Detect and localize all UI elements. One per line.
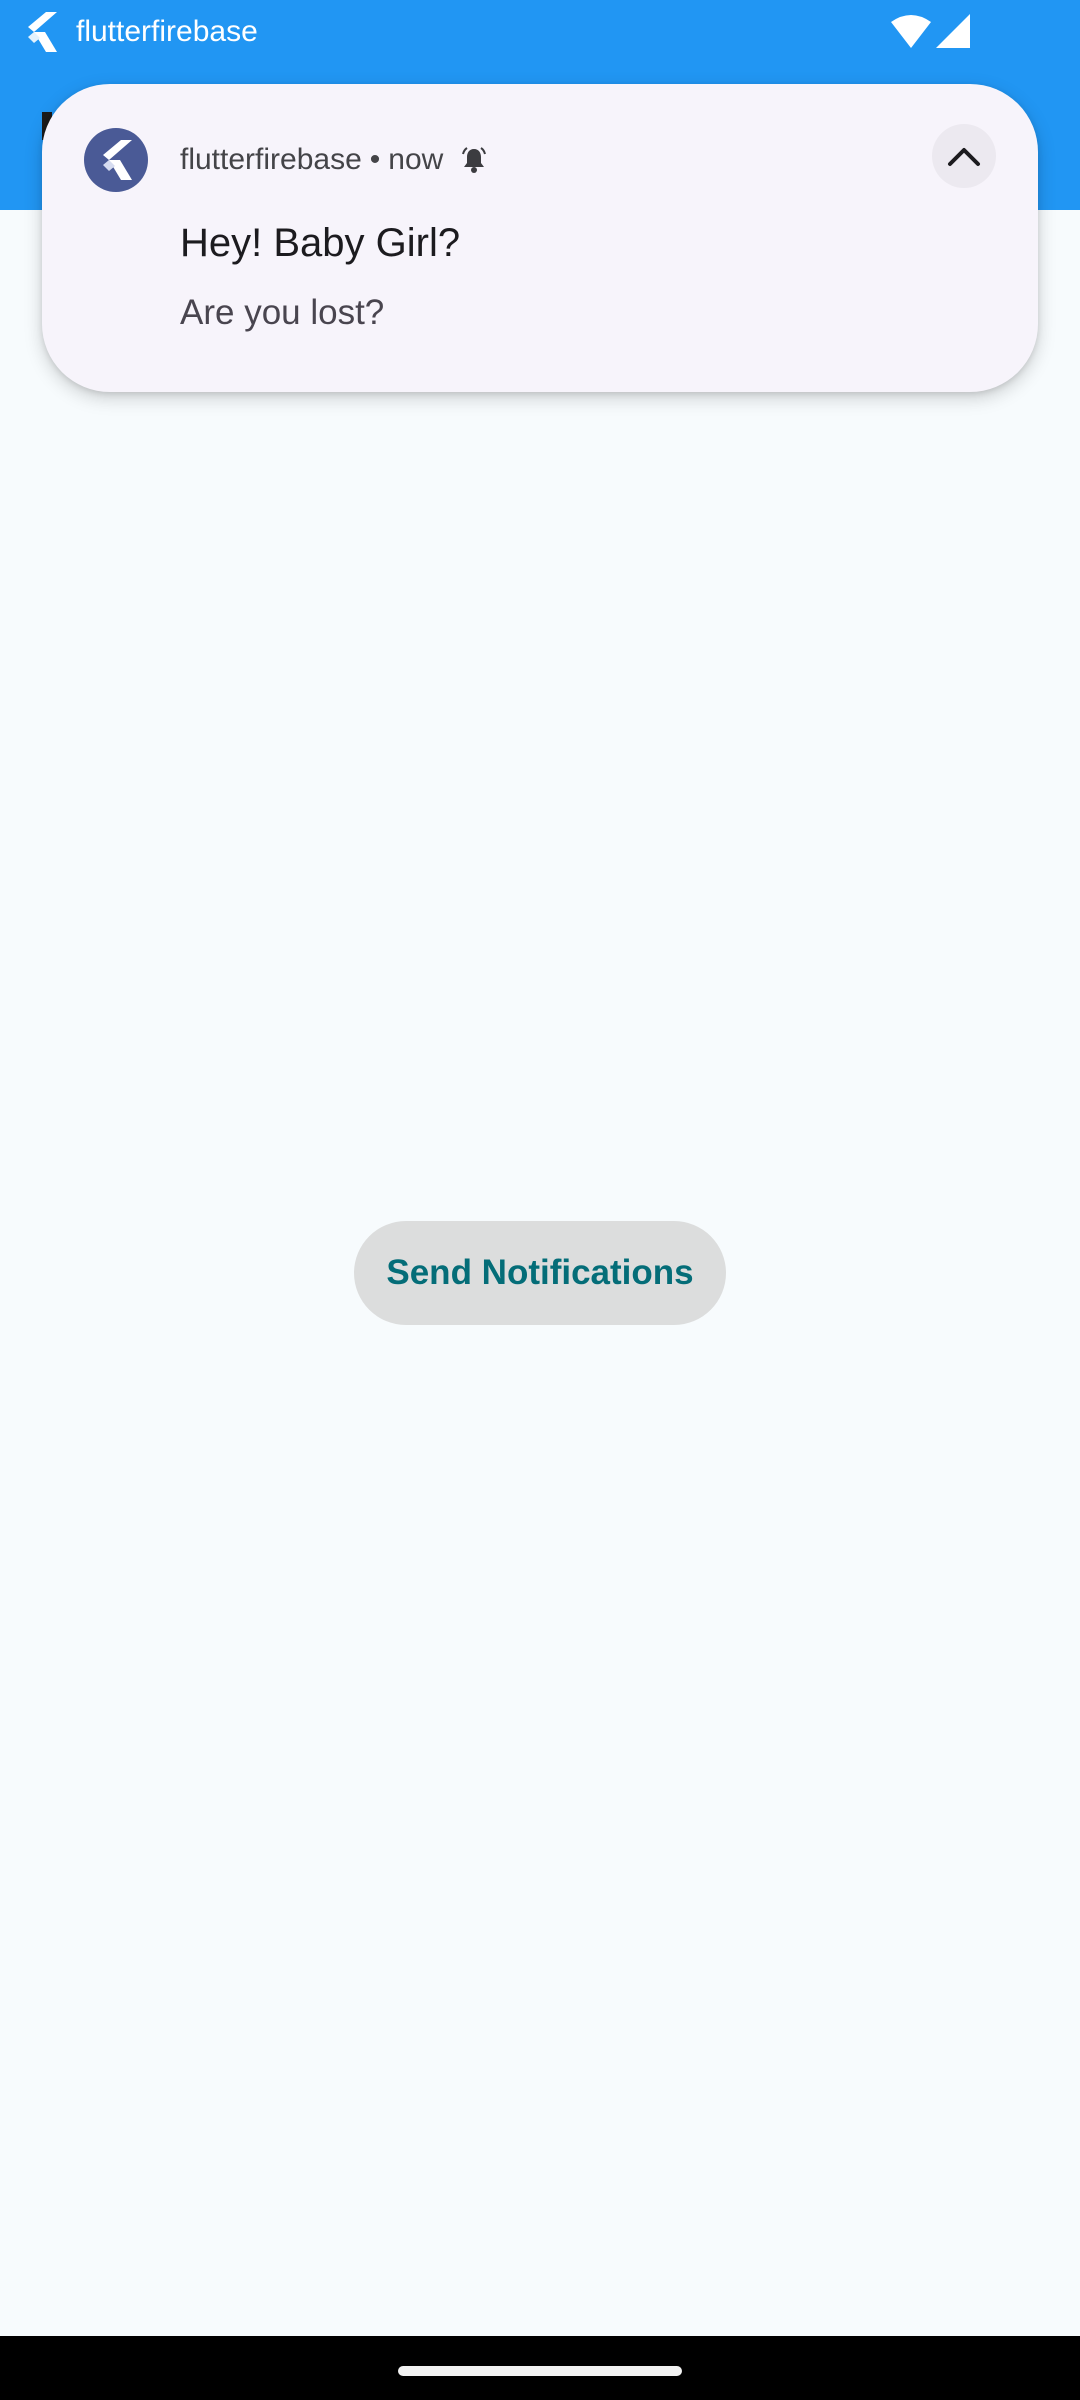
signal-icon	[936, 14, 970, 48]
flutter-icon	[103, 140, 132, 180]
notification-time: now	[388, 143, 444, 176]
chevron-up-icon	[948, 148, 980, 166]
wifi-icon	[890, 14, 932, 48]
heads-up-notification[interactable]: flutterfirebase • now Hey! Baby Girl? Ar…	[42, 84, 1038, 392]
notification-title: Hey! Baby Girl?	[180, 221, 461, 265]
flutter-icon	[24, 12, 58, 52]
bell-icon	[462, 147, 487, 173]
notification-separator: •	[369, 143, 381, 176]
notification-header: flutterfirebase • now	[180, 138, 489, 182]
status-bar: flutterfirebase	[0, 0, 1080, 64]
collapse-button[interactable]	[932, 124, 996, 188]
send-notifications-button[interactable]: Send Notifications	[354, 1221, 726, 1325]
notification-app-name: flutterfirebase	[180, 143, 362, 176]
home-gesture-handle[interactable]	[398, 2366, 682, 2376]
status-app-name: flutterfirebase	[76, 15, 258, 48]
notification-body: Are you lost?	[180, 293, 385, 332]
notification-app-icon	[84, 128, 148, 192]
navigation-bar	[0, 2336, 1080, 2400]
